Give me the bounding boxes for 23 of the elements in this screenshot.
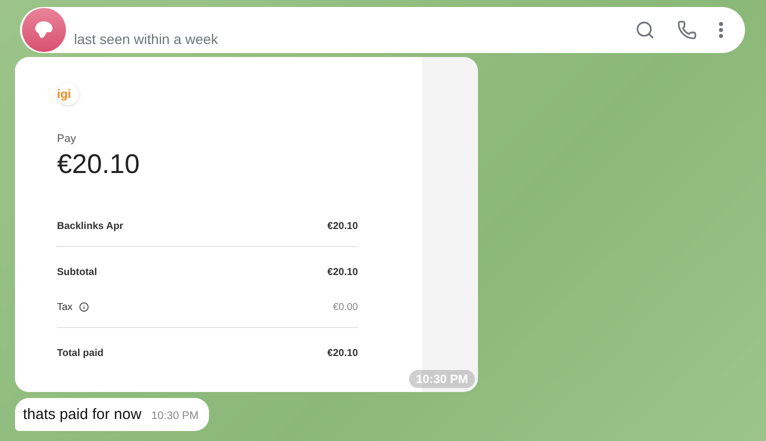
last-seen-status: last seen within a week (74, 31, 219, 47)
line-amount: €20.10 (327, 220, 358, 232)
call-button[interactable] (677, 20, 697, 40)
line-amount: €0.00 (332, 302, 358, 312)
amount-paid: €20.10 (57, 149, 141, 180)
more-icon (719, 22, 723, 38)
line-amount: €20.10 (327, 348, 358, 358)
company-logo: igi (57, 83, 79, 105)
search-button[interactable] (635, 20, 655, 40)
line-label: Total paid (57, 348, 104, 358)
phone-icon (677, 20, 697, 40)
line-label: Tax (57, 302, 73, 312)
line-label: Backlinks Apr (57, 220, 124, 232)
message-text: thats paid for now (23, 406, 142, 423)
menu-button[interactable] (719, 22, 723, 38)
message-time: 10:30 PM (151, 410, 198, 422)
avatar[interactable] (22, 8, 66, 52)
line-label: Subtotal (57, 266, 97, 278)
line-amount: €20.10 (327, 266, 358, 278)
info-icon (78, 302, 89, 312)
blob-icon (34, 20, 54, 40)
pay-label: Pay (57, 133, 77, 145)
search-icon (635, 20, 655, 40)
